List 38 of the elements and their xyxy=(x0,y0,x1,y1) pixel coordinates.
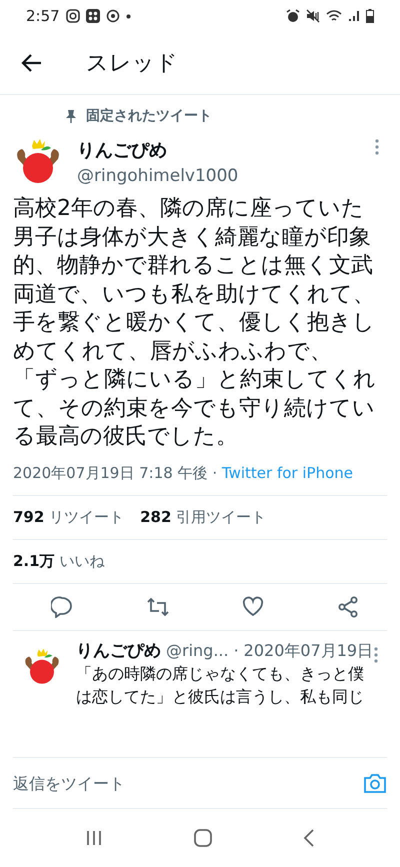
author-name: りんごぴめ xyxy=(77,139,168,162)
camera-button[interactable] xyxy=(363,772,387,794)
like-button[interactable] xyxy=(242,596,264,618)
separator-dot: · xyxy=(212,464,218,482)
stat-count[interactable]: 2.1万 いいね xyxy=(13,552,104,570)
share-button[interactable] xyxy=(336,596,359,618)
status-time: 2:57 xyxy=(26,7,60,25)
more-button[interactable] xyxy=(374,646,378,662)
mute-icon xyxy=(306,9,320,23)
tweet-text: 高校2年の春、隣の席に座っていた男子は身体が大きく綺麗な瞳が印象的、物静かで群れることは無く文武両道で、いつも私を助けてくれて、手を繋ぐと暖かくて、優しく抱きしめてくれて、唇がふわふわで、 xyxy=(13,195,376,366)
pinned-label: 固定されたツイート xyxy=(86,107,212,125)
dot-icon xyxy=(126,14,131,18)
reply-author-handle: @ring... xyxy=(166,640,229,660)
nav-back-button[interactable] xyxy=(302,829,315,847)
retweet-button[interactable] xyxy=(146,596,170,618)
reply-date: 2020年07月19日 xyxy=(244,640,374,662)
signal-icon xyxy=(348,10,360,22)
reply-input-field[interactable]: 返信をツイート xyxy=(13,774,363,792)
tweet-timestamp: 2020年07月19日 7:18 午後 xyxy=(13,464,208,482)
app-grid-icon xyxy=(86,9,100,23)
reply-author-name: りんごぴめ xyxy=(76,640,161,662)
wifi-icon xyxy=(326,9,342,23)
battery-icon xyxy=(366,9,374,23)
reply-text: 「あの時隣の席じゃなくても、きっと僕は恋してた」と彼氏は言うし、私も同じ xyxy=(76,662,365,708)
author-handle: @ringohimelv1000 xyxy=(77,166,238,186)
recent-apps-button[interactable] xyxy=(85,830,104,846)
target-icon xyxy=(106,9,120,23)
more-button[interactable] xyxy=(375,139,379,155)
separator-dot: · xyxy=(234,640,239,660)
page-title: スレッド xyxy=(86,50,178,78)
alarm-icon xyxy=(286,9,300,23)
instagram-icon xyxy=(66,9,80,23)
reply-button[interactable] xyxy=(51,596,73,618)
stat-count[interactable]: 282 引用ツイート xyxy=(140,508,266,526)
pin-icon xyxy=(65,109,77,123)
home-button[interactable] xyxy=(194,829,212,847)
tweet-text: 「ずっと隣にいる」と約束してくれて、その約束を今でも守り続けている最高の彼氏でした。 xyxy=(13,366,377,451)
stat-count[interactable]: 792 リツイート xyxy=(13,508,124,526)
